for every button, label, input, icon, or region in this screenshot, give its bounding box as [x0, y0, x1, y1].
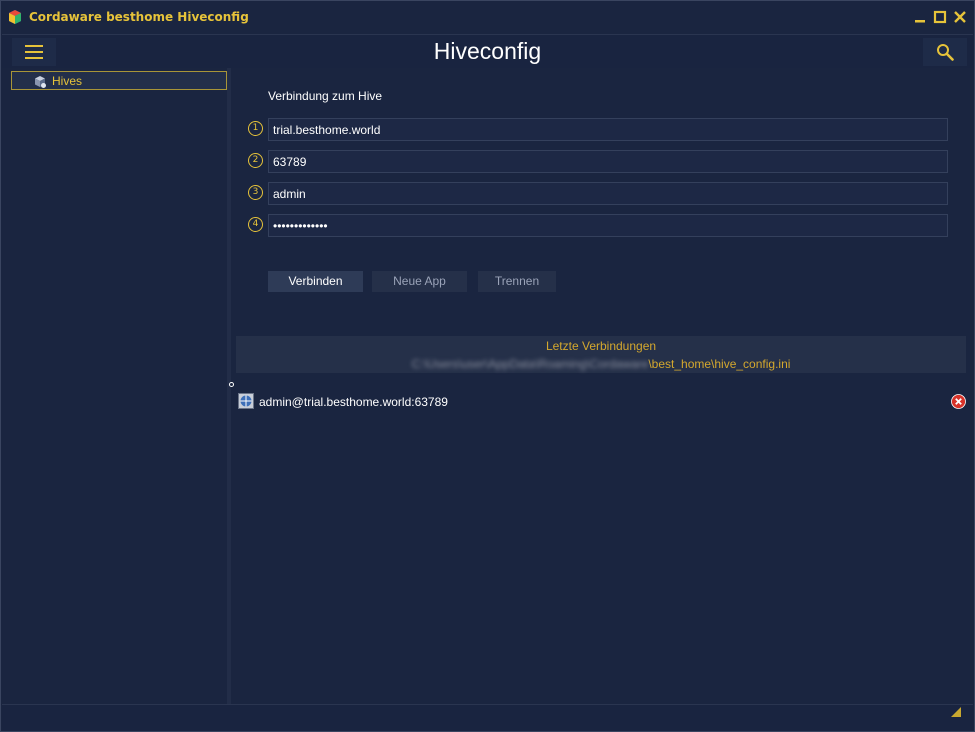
app-logo-icon: [7, 9, 23, 25]
maximize-icon: [933, 10, 947, 24]
recent-connection-label: admin@trial.besthome.world:63789: [259, 395, 448, 409]
close-button[interactable]: [950, 7, 970, 27]
search-icon: [937, 44, 954, 61]
field-number-badge: 1: [248, 121, 263, 136]
password-field-row: 4: [248, 214, 960, 238]
maximize-button[interactable]: [930, 7, 950, 27]
config-path-blurred: C:\Users\user\AppData\Roaming\Cordaware: [411, 357, 649, 371]
delete-connection-button[interactable]: [951, 394, 966, 409]
splitter-handle[interactable]: [229, 382, 234, 387]
connect-button[interactable]: Verbinden: [268, 271, 363, 292]
page-title: Hiveconfig: [433, 38, 542, 64]
hives-icon: [33, 74, 47, 88]
port-field-row: 2: [248, 150, 960, 174]
new-app-button[interactable]: Neue App: [372, 271, 467, 292]
port-input[interactable]: [268, 150, 948, 173]
minimize-icon: [915, 20, 925, 23]
sidebar-item-label: Hives: [52, 74, 83, 88]
main-content: Verbindung zum Hive 1 2 3 4 Verbinden Ne…: [235, 68, 973, 704]
status-bar: [2, 704, 973, 731]
window-title: Cordaware besthome Hiveconfig: [29, 10, 249, 24]
recent-connections-title: Letzte Verbindungen: [545, 339, 657, 353]
minimize-button[interactable]: [910, 7, 930, 27]
sidebar: Hives: [2, 68, 231, 704]
field-number-badge: 4: [248, 217, 263, 232]
recent-connection-item[interactable]: admin@trial.besthome.world:63789: [235, 391, 967, 413]
title-bar[interactable]: Cordaware besthome Hiveconfig: [1, 1, 974, 34]
username-input[interactable]: [268, 182, 948, 205]
host-input[interactable]: [268, 118, 948, 141]
sidebar-item-hives[interactable]: Hives: [11, 71, 227, 90]
search-button[interactable]: [923, 38, 967, 66]
resize-grip-icon[interactable]: [951, 707, 961, 717]
config-file-path: C:\Users\user\AppData\Roaming\Cordaware\…: [236, 357, 966, 371]
field-number-badge: 3: [248, 185, 263, 200]
close-icon: [954, 11, 966, 23]
header-bar: Hiveconfig: [2, 34, 973, 68]
connection-section-label: Verbindung zum Hive: [268, 89, 383, 103]
app-window: Cordaware besthome Hiveconfig Hiveconfig…: [0, 0, 975, 732]
recent-connections-header: Letzte Verbindungen C:\Users\user\AppDat…: [236, 336, 966, 373]
delete-icon: [951, 394, 966, 409]
username-field-row: 3: [248, 182, 960, 206]
disconnect-button[interactable]: Trennen: [478, 271, 556, 292]
hive-connection-icon: [238, 393, 254, 409]
config-path-suffix: \best_home\hive_config.ini: [648, 357, 791, 371]
host-field-row: 1: [248, 118, 960, 142]
field-number-badge: 2: [248, 153, 263, 168]
password-input[interactable]: [268, 214, 948, 237]
